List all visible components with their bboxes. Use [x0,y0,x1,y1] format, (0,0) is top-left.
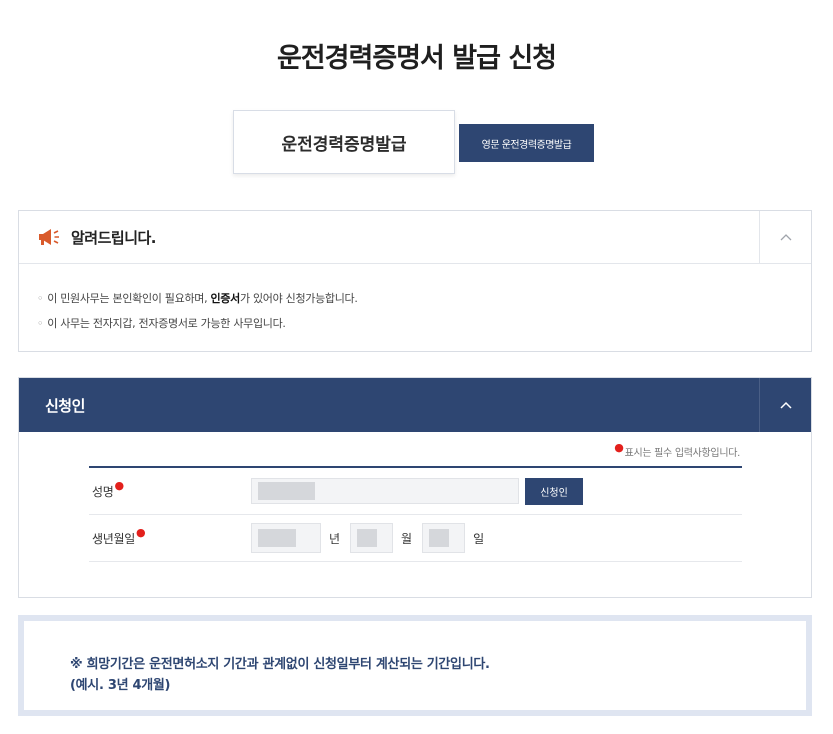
birth-year-field[interactable] [251,523,321,553]
applicant-title: 신청인 [45,396,85,415]
applicant-panel: 신청인 ●표시는 필수 입력사항입니다. 성명● 신청인 생년월일● 년 월 일 [18,377,812,598]
birth-label: 생년월일● [92,525,146,546]
chevron-up-icon [780,233,792,241]
year-unit: 년 [329,531,341,546]
name-row: 성명● 신청인 [89,468,742,515]
birth-month-field[interactable] [350,523,394,553]
day-unit: 일 [473,531,485,546]
birth-row: 생년월일● 년 월 일 [89,515,742,562]
notice-item: ◦ 이 사무는 전자지갑, 전자증명서로 가능한 사무입니다. [37,317,286,330]
page-title: 운전경력증명서 발급 신청 [276,43,557,74]
name-field[interactable] [251,478,519,504]
applicant-header[interactable]: 신청인 [19,378,811,432]
applicant-collapse-button[interactable] [759,378,811,432]
period-example-text: (예시. 3년 4개월) [70,678,171,693]
notice-header[interactable]: 알려드립니다. [19,211,811,264]
month-unit: 월 [401,531,413,546]
tab-driving-record[interactable]: 운전경력증명발급 [233,110,455,174]
name-label: 성명● [92,478,124,499]
birth-day-field[interactable] [422,523,466,553]
period-info-box: ※ 희망기간은 운전면허소지 기간과 관계없이 신청일부터 계산되는 기간입니다… [18,615,812,716]
notice-item: ◦ 이 민원사무는 본인확인이 필요하며, 인증서가 있어야 신청가능합니다. [37,292,358,305]
notice-collapse-button[interactable] [759,211,811,263]
notice-panel: 알려드립니다. ◦ 이 민원사무는 본인확인이 필요하며, 인증서가 있어야 신청… [18,210,812,352]
applicant-button[interactable]: 신청인 [525,477,583,505]
period-info-text: ※ 희망기간은 운전면허소지 기간과 관계없이 신청일부터 계산되는 기간입니다… [70,657,490,672]
megaphone-icon [37,227,61,247]
notice-title: 알려드립니다. [71,228,157,247]
tab-english-driving-record[interactable]: 영문 운전경력증명발급 [459,124,594,162]
chevron-up-icon [779,401,792,409]
required-note: ●표시는 필수 입력사항입니다. [614,441,740,459]
